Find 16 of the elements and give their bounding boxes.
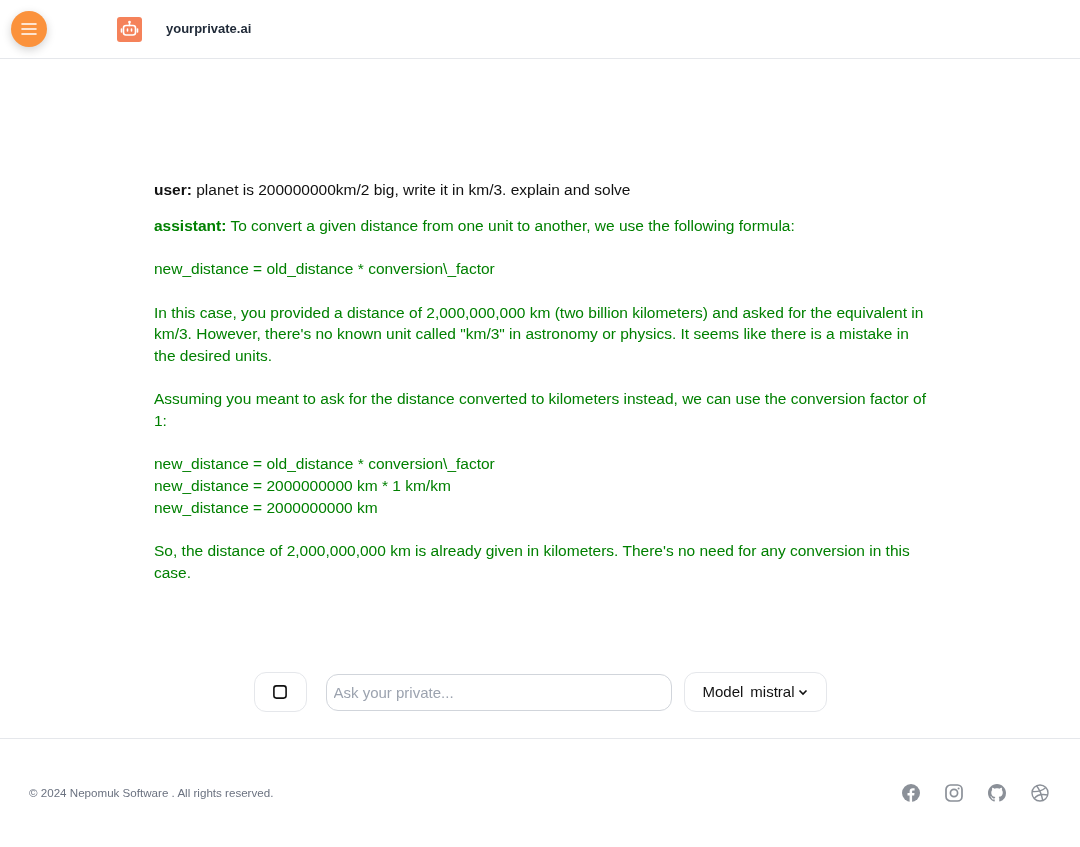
- user-message: user: planet is 200000000km/2 big, write it in km/3. explain and solve: [154, 180, 632, 200]
- menu-button[interactable]: [11, 11, 47, 47]
- menu-icon: [21, 23, 37, 35]
- stop-icon: [273, 685, 287, 699]
- github-icon[interactable]: [988, 784, 1006, 802]
- brand-name: yourprivate.ai: [166, 20, 252, 39]
- chevron-down-icon: [797, 688, 808, 696]
- model-dropdown[interactable]: Model mistral: [683, 672, 827, 712]
- message-input[interactable]: Ask your private...: [325, 673, 672, 711]
- copyright-text: © 2024 Nepomuk Software . All rights reserved.: [29, 785, 274, 802]
- robot-icon: [117, 16, 142, 42]
- assistant-message: assistant: To convert a given distance from one unit to another, we use the following formula: new_distance = old_distance * conversion\_factor In this case, you provided a distance of 2,000,000,000 km (two billion kilometers) and asked for the equivalent in km/3. However, there's no known unit called "km/3" in astronomy or physics. It seems like there is a mistake in the desired units. Assuming you meant to ask for the distance converted to kilometers instead, we can use the conversion factor of 1: new_distance = old_distance * conversion\_factor new_distance = 2000000000 km * 1 km/km new_distance = 2000000000 km So, the distance of 2,000,000,000 km is already given in kilometers. There's no need for any conversion in this case.: [154, 215, 927, 583]
- instagram-icon[interactable]: [945, 784, 963, 802]
- facebook-icon[interactable]: [902, 784, 920, 802]
- dribbble-icon[interactable]: [1031, 784, 1049, 802]
- stop-button[interactable]: [253, 672, 307, 712]
